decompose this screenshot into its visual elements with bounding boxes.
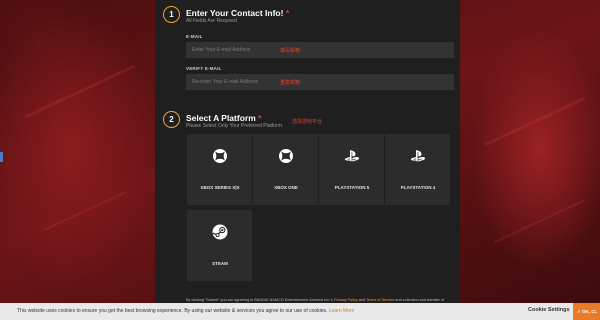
email-field[interactable]: [186, 42, 454, 58]
cookie-settings-button[interactable]: Cookie Settings: [528, 307, 570, 313]
email-hint: 填写邮箱: [280, 48, 301, 54]
platform-label: PLAYSTATION 4: [400, 185, 436, 190]
contact-title-text: Enter Your Contact Info!: [186, 8, 284, 18]
verify-email-field[interactable]: [186, 74, 454, 90]
contact-section-title: Enter Your Contact Info! *: [186, 8, 289, 18]
platform-option-playstation-5[interactable]: PLAYSTATION 5: [318, 134, 384, 205]
signup-form-panel: 1 Enter Your Contact Info! * All Fields …: [155, 0, 460, 310]
scrollbar-marker: [0, 152, 3, 162]
step-1-badge: 1: [163, 6, 180, 23]
platform-option-xbox-series[interactable]: XBOX SERIES X|S: [186, 134, 252, 205]
contact-subtitle: All Fields Are Required: [186, 18, 237, 24]
step-2-badge: 2: [163, 111, 180, 128]
playstation-icon: [410, 150, 425, 162]
xbox-icon: [278, 149, 293, 163]
platform-option-playstation-4[interactable]: PLAYSTATION 4: [384, 134, 450, 205]
learn-more-link[interactable]: Learn More: [329, 308, 355, 314]
cookie-message: This website uses cookies to ensure you …: [17, 308, 354, 314]
playstation-icon: [344, 150, 359, 162]
cookie-consent-bar: This website uses cookies to ensure you …: [0, 303, 600, 320]
verify-email-hint: 重复邮箱: [280, 80, 301, 86]
xbox-icon: [212, 149, 227, 163]
cookie-message-text: This website uses cookies to ensure you …: [17, 308, 328, 314]
required-marker: *: [285, 8, 290, 18]
steam-icon: [212, 224, 227, 240]
required-marker: *: [258, 113, 262, 123]
step-number: 2: [169, 115, 174, 124]
cookie-accept-button[interactable]: ✓ OK, CL: [573, 303, 600, 320]
platform-option-steam[interactable]: STEAM: [186, 210, 252, 281]
step-number: 1: [169, 10, 174, 19]
email-label: E-MAIL: [186, 34, 203, 39]
platform-subtitle: Please Select Only Your Preferred Platfo…: [186, 123, 284, 129]
verify-email-label: VERIFY E-MAIL: [186, 66, 222, 71]
consent-text-end: and collection and transfer of: [395, 298, 445, 302]
platform-title-text: Select A Platform: [186, 113, 256, 123]
platform-hint: 选择游戏平台: [292, 119, 323, 125]
platform-label: XBOX SERIES X|S: [200, 185, 240, 190]
privacy-policy-link[interactable]: Privacy Policy: [334, 298, 358, 302]
platform-label: XBOX ONE: [274, 185, 298, 190]
platform-option-xbox-one[interactable]: XBOX ONE: [252, 134, 318, 205]
terms-of-service-link[interactable]: Terms of Service: [366, 298, 394, 302]
platform-section-title: Select A Platform *: [186, 113, 261, 123]
consent-and: and: [358, 298, 366, 302]
platform-label: PLAYSTATION 5: [334, 185, 370, 190]
platform-label: STEAM: [212, 261, 228, 266]
consent-text-start: By clicking "Submit" you are agreeing to…: [186, 298, 333, 302]
